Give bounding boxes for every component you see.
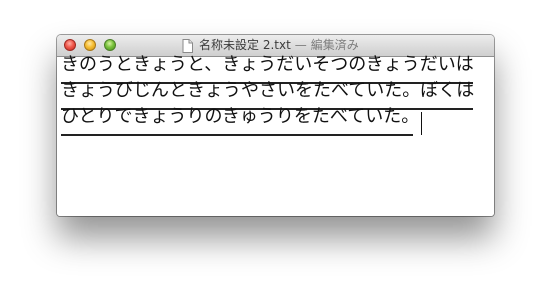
zoom-button[interactable] — [104, 39, 116, 51]
text-line-3[interactable]: ひとりできょうりのきゅうりをたべていた。 — [61, 105, 419, 131]
minimize-button[interactable] — [84, 39, 96, 51]
close-button[interactable] — [64, 39, 76, 51]
text-editor-area[interactable]: きのうときょうと、きょうだいそつのきょうだいは きょうびじんときょうやさいをたべ… — [57, 54, 494, 216]
window-title-group[interactable]: 名称未設定 2.txt — 編集済み — [182, 37, 359, 54]
window-title: 名称未設定 2.txt — [199, 38, 291, 52]
title-separator: — — [294, 38, 307, 52]
document-status: 編集済み — [310, 38, 359, 52]
text-line-2[interactable]: きょうびじんときょうやさいをたべていた。ぼくは — [61, 79, 474, 105]
text-line-1[interactable]: きのうときょうと、きょうだいそつのきょうだいは — [61, 53, 474, 79]
marked-text-underline-3 — [61, 134, 413, 136]
text-editor-window: 名称未設定 2.txt — 編集済み きのうときょうと、きょうだいそつのきょうだ… — [57, 35, 494, 216]
document-icon[interactable] — [182, 38, 193, 53]
desktop-background: 名称未設定 2.txt — 編集済み きのうときょうと、きょうだいそつのきょうだ… — [0, 0, 551, 296]
text-caret — [421, 112, 422, 135]
